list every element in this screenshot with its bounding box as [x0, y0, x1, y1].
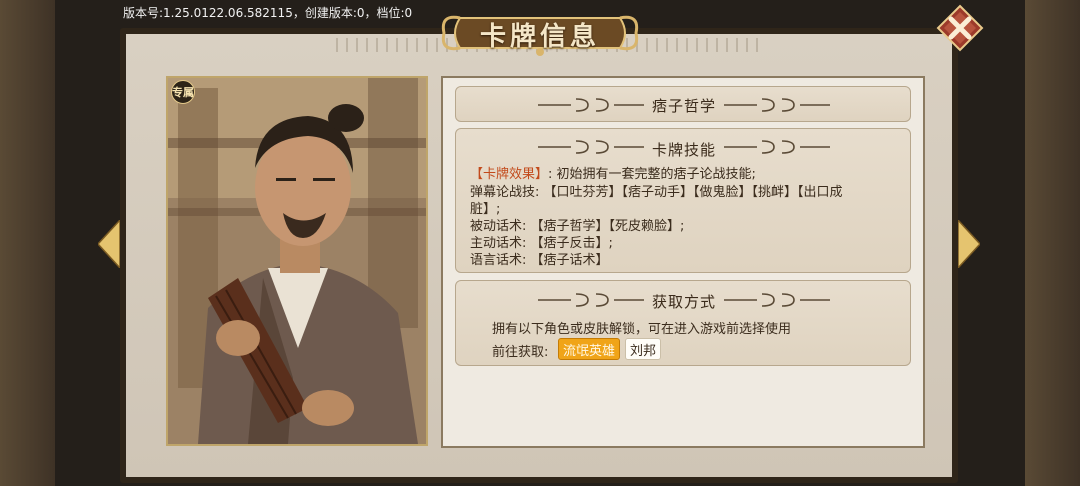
card-name: 痞子哲学	[651, 96, 716, 115]
cloud-ornament-icon	[538, 98, 644, 112]
goto-label: 前往获取:	[492, 345, 549, 360]
effect-label: 【卡牌效果】	[470, 167, 549, 182]
close-icon	[936, 4, 984, 52]
skill-line-passive: 被动话术: 【痞子哲学】【死皮赖脸】;	[470, 219, 685, 234]
close-button[interactable]	[934, 4, 986, 52]
acquire-title: 获取方式	[651, 292, 716, 311]
acquire-option-button[interactable]: 刘邦	[625, 338, 661, 360]
exclusive-badge: 专属	[171, 80, 195, 104]
cloud-ornament-icon	[538, 293, 644, 307]
skill-line-danmaku-cont: 脏】;	[470, 202, 501, 217]
acquire-option-button[interactable]: 流氓英雄	[558, 338, 620, 360]
next-card-arrow-icon[interactable]	[958, 220, 980, 268]
dialog-title: 卡牌信息	[479, 21, 600, 52]
cloud-ornament-icon	[724, 140, 830, 154]
card-name-section: 痞子哲学	[455, 86, 911, 122]
character-illustration	[168, 78, 426, 444]
effect-text: : 初始拥有一套完整的痞子论战技能;	[548, 167, 756, 182]
previous-card-arrow-icon[interactable]	[98, 220, 120, 268]
character-portrait	[166, 76, 428, 446]
skill-line-danmaku: 弹幕论战技: 【口吐芬芳】【痞子动手】【做鬼脸】【挑衅】【出口成	[470, 185, 843, 200]
skills-title: 卡牌技能	[651, 140, 716, 159]
version-info: 版本号:1.25.0122.06.582115，创建版本:0，档位:0	[123, 6, 413, 20]
cloud-ornament-icon	[724, 293, 830, 307]
skill-effect-line: 【卡牌效果】: 初始拥有一套完整的痞子论战技能;	[470, 166, 900, 184]
skill-line-language: 语言话术: 【痞子话术】	[470, 253, 609, 268]
background-strip-right	[1025, 0, 1080, 486]
cloud-ornament-icon	[724, 98, 830, 112]
background-strip-left	[0, 0, 55, 486]
acquire-description: 拥有以下角色或皮肤解锁，可在进入游戏前选择使用	[492, 322, 792, 337]
skill-line-active: 主动话术: 【痞子反击】;	[470, 236, 613, 251]
cloud-ornament-icon	[538, 140, 644, 154]
